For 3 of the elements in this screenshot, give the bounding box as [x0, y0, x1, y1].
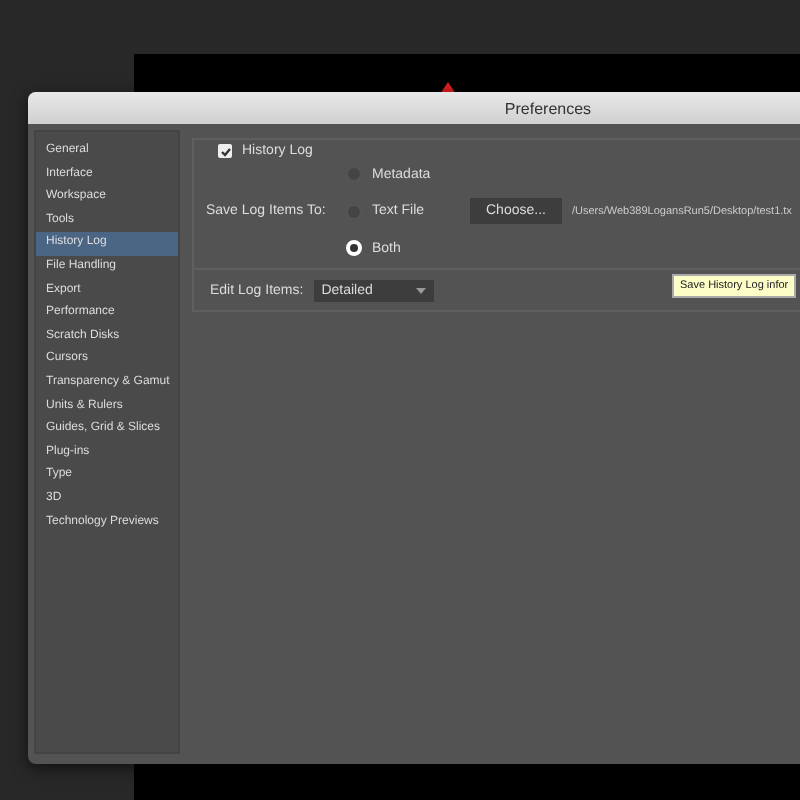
- caret-icon: [415, 288, 426, 294]
- checkbox[interactable]: [218, 144, 232, 158]
- window-title: Preferences: [28, 92, 800, 124]
